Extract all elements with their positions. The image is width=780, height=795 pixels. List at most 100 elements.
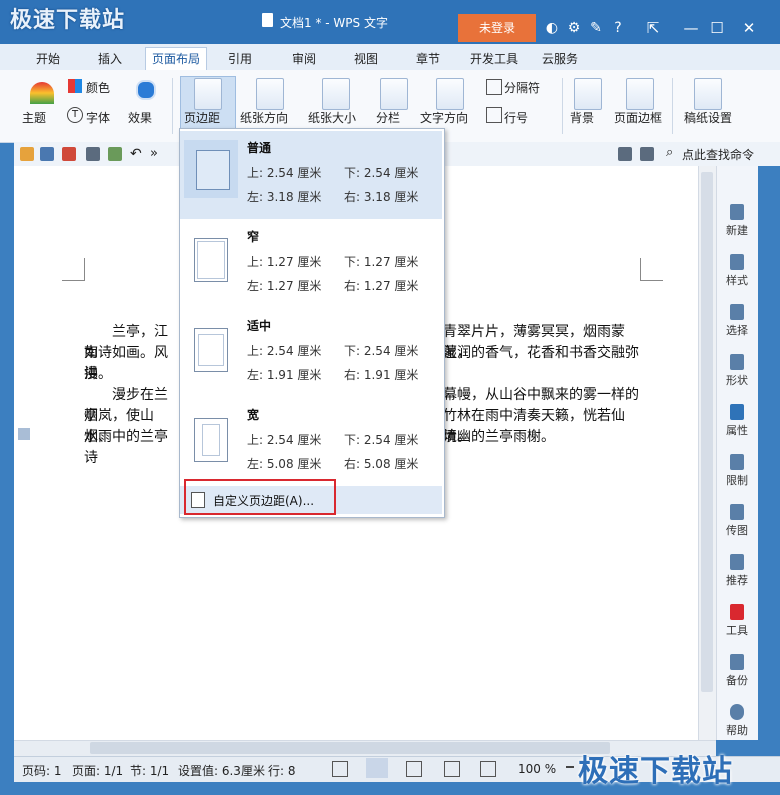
- margin-option-name: 宽: [247, 408, 260, 422]
- command-search[interactable]: 点此查找命令: [682, 146, 754, 163]
- gear-icon[interactable]: ⚙: [566, 20, 582, 36]
- margin-bottom: 下: 2.54 厘米: [344, 166, 419, 180]
- text-direction-button[interactable]: 文字方向: [420, 109, 468, 126]
- new-icon: [730, 204, 744, 220]
- more-icon[interactable]: »: [150, 146, 158, 161]
- feedback-icon[interactable]: ✎: [588, 20, 604, 36]
- line-number-icon: [486, 107, 502, 123]
- nav-icon[interactable]: [18, 428, 30, 440]
- property-button[interactable]: 属性: [716, 404, 758, 438]
- page-border-icon: [626, 78, 654, 110]
- skin-icon[interactable]: ◐: [544, 20, 560, 36]
- tab-insert[interactable]: 插入: [92, 48, 128, 70]
- help-icon[interactable]: ?: [610, 20, 626, 36]
- upload-image-button[interactable]: 传图: [716, 504, 758, 538]
- margin-bottom: 下: 1.27 厘米: [344, 255, 419, 269]
- page-view-button[interactable]: [366, 758, 388, 778]
- scroll-thumb[interactable]: [701, 172, 713, 692]
- undo-icon[interactable]: ↶: [130, 146, 142, 162]
- fullscreen-icon[interactable]: [332, 761, 348, 777]
- theme-button[interactable]: 主题: [22, 109, 46, 126]
- tab-reference[interactable]: 引用: [222, 48, 258, 70]
- restrict-button[interactable]: 限制: [716, 454, 758, 488]
- login-button[interactable]: 未登录: [458, 14, 536, 42]
- help-icon: [730, 704, 744, 720]
- margins-button[interactable]: 页边距: [184, 109, 220, 126]
- margin-left: 左: 1.27 厘米: [247, 279, 322, 293]
- tab-cloud[interactable]: 云服务: [536, 48, 584, 70]
- page-thumbnail: [184, 140, 238, 198]
- page-number: 页码: 1: [22, 764, 62, 778]
- maximize-icon[interactable]: ☐: [706, 20, 728, 36]
- flag-icon[interactable]: [640, 147, 654, 161]
- manuscript-icon: [694, 78, 722, 110]
- background-button[interactable]: 背景: [570, 109, 594, 126]
- setting-value: 设置值: 6.3厘米: [178, 764, 265, 778]
- page-border-button[interactable]: 页面边框: [614, 109, 662, 126]
- margin-left: 左: 3.18 厘米: [247, 190, 322, 204]
- help-button[interactable]: 帮助: [716, 704, 758, 738]
- columns-button[interactable]: 分栏: [376, 109, 400, 126]
- margin-corner: [640, 258, 663, 281]
- margin-top: 上: 1.27 厘米: [247, 255, 322, 269]
- paper-size-button[interactable]: 纸张大小: [308, 109, 356, 126]
- color-button[interactable]: 颜色: [86, 79, 110, 96]
- web-view-icon[interactable]: [444, 761, 460, 777]
- restore-icon[interactable]: ⇱: [642, 20, 664, 36]
- backup-button[interactable]: 备份: [716, 654, 758, 688]
- background-icon: [574, 78, 602, 110]
- separator-button[interactable]: 分隔符: [504, 79, 540, 96]
- tools-button[interactable]: 工具: [716, 604, 758, 638]
- margin-right: 右: 1.91 厘米: [344, 368, 419, 382]
- font-button[interactable]: 字体: [86, 109, 110, 126]
- tab-home[interactable]: 开始: [30, 48, 66, 70]
- right-edge: [758, 166, 780, 740]
- recommend-button[interactable]: 推荐: [716, 554, 758, 588]
- margin-left: 左: 1.91 厘米: [247, 368, 322, 382]
- tab-view[interactable]: 视图: [348, 48, 384, 70]
- window-title: 文档1 * - WPS 文字: [280, 16, 388, 30]
- divider: [172, 78, 173, 134]
- manuscript-button[interactable]: 稿纸设置: [684, 109, 732, 126]
- margin-corner: [62, 258, 85, 281]
- scroll-thumb[interactable]: [90, 742, 610, 754]
- zoom-level[interactable]: 100 %: [518, 762, 556, 776]
- orientation-button[interactable]: 纸张方向: [240, 109, 288, 126]
- margin-right: 右: 1.27 厘米: [344, 279, 419, 293]
- select-icon: [730, 304, 744, 320]
- left-edge: [0, 166, 14, 740]
- outline-view-icon[interactable]: [406, 761, 422, 777]
- shape-button[interactable]: 形状: [716, 354, 758, 388]
- property-icon: [730, 404, 744, 420]
- select-button[interactable]: 选择: [716, 304, 758, 338]
- close-icon[interactable]: ✕: [738, 20, 760, 36]
- tab-developer[interactable]: 开发工具: [464, 48, 524, 70]
- margin-right: 右: 3.18 厘米: [344, 190, 419, 204]
- backup-icon: [730, 654, 744, 670]
- preview-icon[interactable]: [108, 147, 122, 161]
- play-icon[interactable]: [618, 147, 632, 161]
- tab-chapter[interactable]: 章节: [410, 48, 446, 70]
- style-icon: [730, 254, 744, 270]
- font-icon: T: [67, 107, 83, 123]
- new-button[interactable]: 新建: [716, 204, 758, 238]
- separator-icon: [486, 79, 502, 95]
- tab-page-layout[interactable]: 页面布局: [145, 47, 208, 70]
- minimize-icon[interactable]: —: [680, 20, 702, 36]
- zoom-out-icon[interactable]: [566, 766, 574, 768]
- margin-right: 右: 5.08 厘米: [344, 457, 419, 471]
- style-button[interactable]: 样式: [716, 254, 758, 288]
- paragraph-line: 幕幔，从山谷中飘来的雾一样的: [443, 387, 639, 403]
- effect-button[interactable]: 效果: [128, 109, 152, 126]
- export-pdf-icon[interactable]: [62, 147, 76, 161]
- margin-top: 上: 2.54 厘米: [247, 344, 322, 358]
- line-number-button[interactable]: 行号: [504, 109, 528, 126]
- paragraph-line: 漫。: [84, 366, 112, 382]
- open-icon[interactable]: [20, 147, 34, 161]
- print-icon[interactable]: [86, 147, 100, 161]
- reading-mode-icon[interactable]: [480, 761, 496, 777]
- save-icon[interactable]: [40, 147, 54, 161]
- margin-bottom: 下: 2.54 厘米: [344, 344, 419, 358]
- tab-review[interactable]: 审阅: [286, 48, 322, 70]
- margin-option-name: 适中: [247, 319, 272, 333]
